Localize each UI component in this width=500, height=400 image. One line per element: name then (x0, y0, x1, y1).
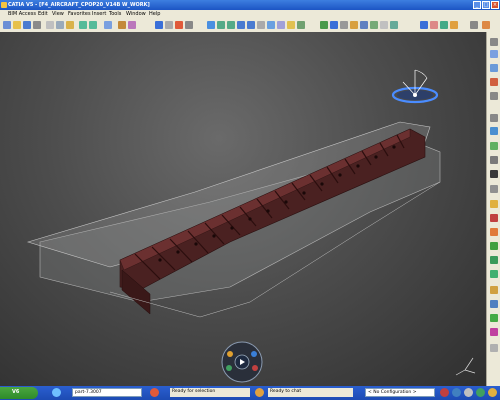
tray-icon-1[interactable] (440, 388, 449, 397)
assembly-icon[interactable] (340, 21, 348, 29)
zoom-in-icon[interactable] (237, 21, 245, 29)
spline-icon[interactable] (490, 92, 498, 100)
save-icon[interactable] (23, 21, 31, 29)
sun-icon[interactable] (450, 21, 458, 29)
zoom-out-icon[interactable] (247, 21, 255, 29)
toolbar-grip-icon (490, 38, 498, 46)
window-title-bar: CATIA V5 - [F4_AIRCRAFT_CPOP20_V14B W_WO… (0, 0, 500, 10)
menu-view[interactable]: View (52, 11, 64, 17)
whats-this-icon[interactable] (104, 21, 112, 29)
redo-icon[interactable] (89, 21, 97, 29)
iso-view-icon[interactable] (267, 21, 275, 29)
hide-show-icon[interactable] (287, 21, 295, 29)
shell-icon[interactable] (490, 328, 498, 336)
minimize-button[interactable]: _ (473, 1, 481, 9)
mirror-icon[interactable] (490, 242, 498, 250)
tree-icon[interactable] (380, 21, 388, 29)
shading-icon[interactable] (277, 21, 285, 29)
stop-icon[interactable] (150, 388, 159, 397)
maximize-button[interactable]: □ (482, 1, 490, 9)
knowledge-icon[interactable] (128, 21, 136, 29)
normal-view-icon[interactable] (257, 21, 265, 29)
configuration-dropdown[interactable]: < No Configuration > (365, 388, 435, 397)
tray-icon-3[interactable] (464, 388, 473, 397)
plane-icon[interactable] (155, 21, 163, 29)
start-button[interactable]: V6 (0, 387, 38, 399)
thickness-icon[interactable] (490, 344, 498, 352)
formula-icon[interactable] (118, 21, 126, 29)
connect-icon[interactable] (440, 21, 448, 29)
boundary-icon[interactable] (490, 170, 498, 178)
menu-help[interactable]: Help (149, 11, 160, 17)
sketch-icon[interactable] (185, 21, 193, 29)
catia-app-icon (1, 2, 7, 8)
right-toolbar (486, 32, 500, 386)
menu-insert[interactable]: Insert (92, 11, 106, 17)
publish-icon[interactable] (370, 21, 378, 29)
filter-icon[interactable] (430, 21, 438, 29)
new-icon[interactable] (3, 21, 11, 29)
menu-favorites[interactable]: Favorites (68, 11, 91, 17)
fit-all-icon[interactable] (207, 21, 215, 29)
menu-window[interactable]: Window (126, 11, 146, 17)
pan-icon[interactable] (217, 21, 225, 29)
tray-icon-5[interactable] (488, 388, 497, 397)
join-icon[interactable] (490, 142, 498, 150)
cut-icon[interactable] (46, 21, 54, 29)
stiffener-icon[interactable] (490, 286, 498, 294)
point-icon[interactable] (490, 50, 498, 58)
status-bar: V6 part-7.3007 Ready for selection Ready… (0, 386, 500, 400)
update-icon[interactable] (390, 21, 398, 29)
hole-icon[interactable] (490, 300, 498, 308)
sheetmetal-icon[interactable] (320, 21, 328, 29)
extrude-icon[interactable] (490, 114, 498, 122)
offset-icon[interactable] (490, 185, 498, 193)
menu-tools[interactable]: Tools (109, 11, 121, 17)
menu-edit[interactable]: Edit (38, 11, 48, 17)
surface-icon[interactable] (490, 78, 498, 86)
undo-icon[interactable] (79, 21, 87, 29)
part-icon[interactable] (330, 21, 338, 29)
measure-icon[interactable] (165, 21, 173, 29)
chamfer-icon[interactable] (490, 214, 498, 222)
navigation-dial[interactable] (221, 341, 263, 383)
close-button[interactable]: × (491, 1, 499, 9)
split-icon[interactable] (490, 127, 498, 135)
browser-icon[interactable] (52, 388, 61, 397)
compass-widget[interactable] (391, 69, 439, 104)
trim-icon[interactable] (490, 156, 498, 164)
standard-toolbar (0, 18, 500, 33)
chat-status: Ready to chat (268, 388, 353, 397)
copy-icon[interactable] (56, 21, 64, 29)
window-title: CATIA V5 - [F4_AIRCRAFT_CPOP20_V14B W_WO… (8, 2, 150, 8)
line-icon[interactable] (490, 64, 498, 72)
3d-viewport[interactable] (0, 32, 486, 386)
swap-space-icon[interactable] (297, 21, 305, 29)
start-label: V6 (12, 389, 20, 395)
pattern-icon[interactable] (490, 228, 498, 236)
settings-icon[interactable] (470, 21, 478, 29)
paste-icon[interactable] (66, 21, 74, 29)
fillet-icon[interactable] (490, 200, 498, 208)
tray-icon-2[interactable] (452, 388, 461, 397)
product-icon[interactable] (350, 21, 358, 29)
status-message: Ready for selection (170, 388, 250, 397)
chat-icon[interactable] (255, 388, 264, 397)
toggle-icon[interactable] (420, 21, 428, 29)
catalog-icon[interactable] (360, 21, 368, 29)
rib-icon[interactable] (490, 314, 498, 322)
open-icon[interactable] (13, 21, 21, 29)
exit-workbench-icon[interactable] (482, 21, 490, 29)
command-input[interactable]: part-7.3007 (72, 388, 142, 397)
menu-bim-access[interactable]: BIM Access (8, 11, 36, 17)
print-icon[interactable] (33, 21, 41, 29)
analysis-icon[interactable] (175, 21, 183, 29)
axis-triad (455, 357, 476, 376)
pocket-icon[interactable] (490, 270, 498, 278)
rotate-icon[interactable] (227, 21, 235, 29)
pad-icon[interactable] (490, 256, 498, 264)
tray-icon-4[interactable] (476, 388, 485, 397)
